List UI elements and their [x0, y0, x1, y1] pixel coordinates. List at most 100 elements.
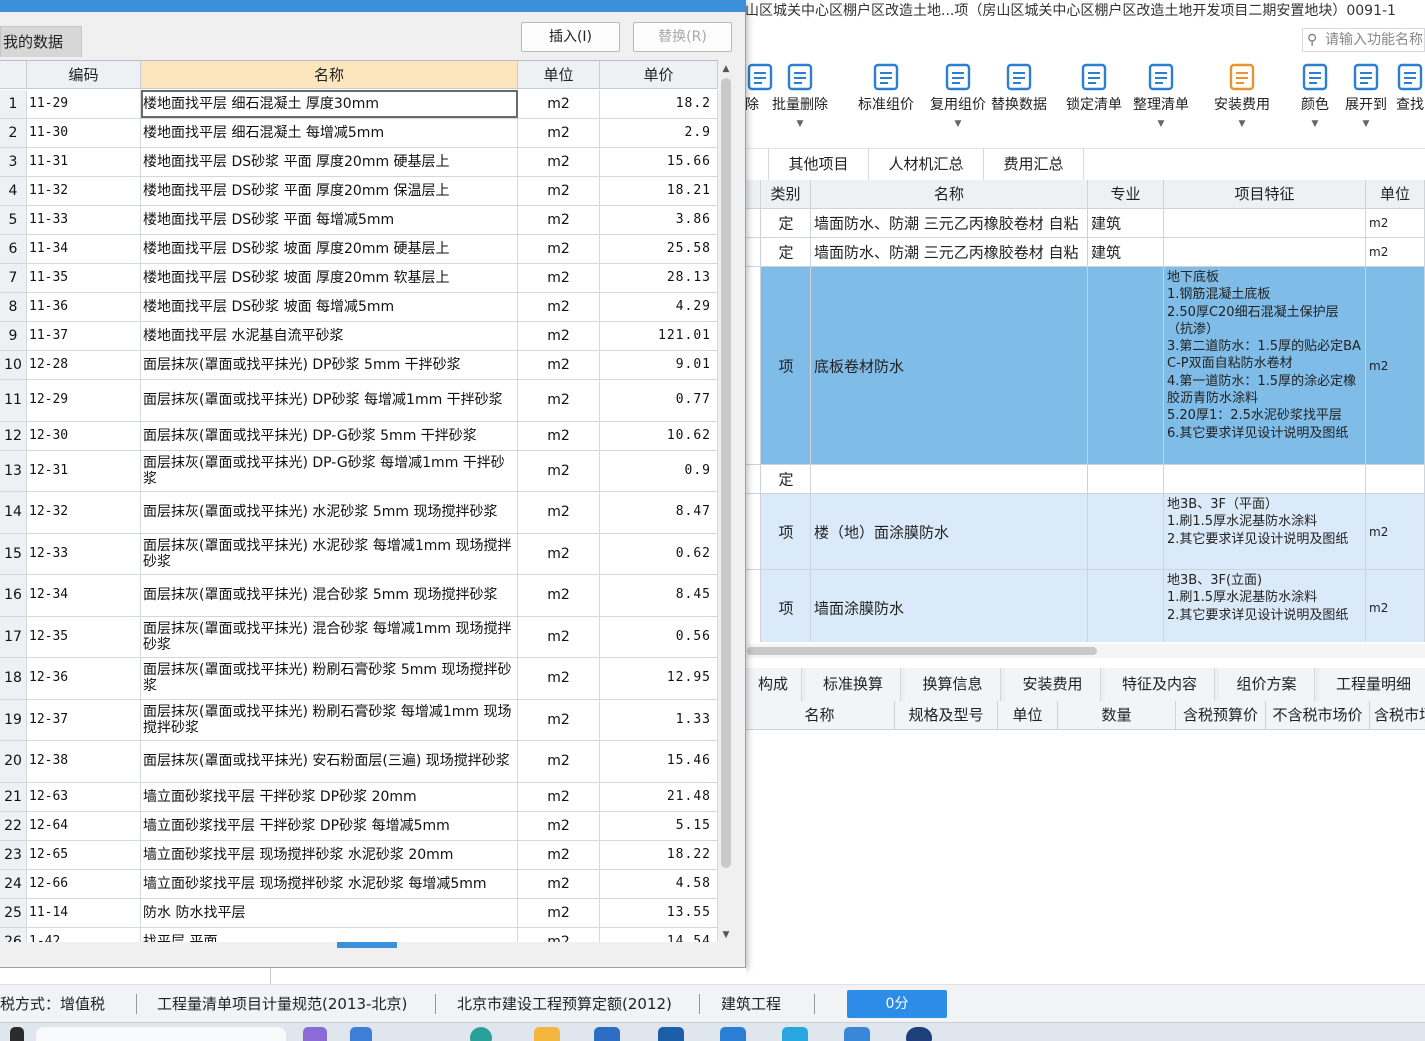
cell-major[interactable]: 建筑	[1088, 209, 1164, 237]
cell-unit[interactable]: m2	[518, 811, 600, 840]
app-icon[interactable]	[906, 1027, 932, 1041]
cell-price[interactable]: 13.55	[600, 898, 718, 927]
cell-unit[interactable]: m2	[518, 421, 600, 450]
quota-row[interactable]: 6 11-34 楼地面找平层 DS砂浆 坡面 厚度20mm 硬基层上 m2 25.58	[0, 235, 718, 264]
cell-price[interactable]: 0.62	[600, 533, 718, 574]
tab-my-data[interactable]: 我的数据	[0, 26, 82, 57]
cell-unit[interactable]: m2	[518, 782, 600, 811]
cell-name[interactable]: 楼地面找平层 细石混凝土 厚度30mm	[141, 90, 518, 118]
cell-feature[interactable]: 地3B、3F(立面) 1.刷1.5厚水泥基防水涂料 2.其它要求详见设计说明及图…	[1164, 570, 1366, 642]
quota-row[interactable]: 24 12-66 墙立面砂浆找平层 现场搅拌砂浆 水泥砂浆 每增减5mm m2 4.58	[0, 869, 718, 899]
cell-code[interactable]: 12-36	[27, 658, 141, 699]
dialog-title-bar[interactable]	[0, 0, 746, 12]
quota-row[interactable]: 2 11-30 楼地面找平层 细石混凝土 每增减5mm m2 2.9	[0, 119, 718, 148]
cell-code[interactable]: 11-33	[27, 206, 141, 234]
quota-row[interactable]: 8 11-36 楼地面找平层 DS砂浆 坡面 每增减5mm m2 4.29	[0, 293, 718, 322]
cell-code[interactable]: 11-37	[27, 322, 141, 350]
cell-code[interactable]: 11-14	[27, 898, 141, 927]
cell-name[interactable]: 防水 防水找平层	[141, 898, 518, 927]
quota-row[interactable]: 9 11-37 楼地面找平层 水泥基自流平砂浆 m2 121.01	[0, 322, 718, 351]
cell-major[interactable]: 建筑	[1088, 238, 1164, 266]
cell-code[interactable]: 1-42	[27, 927, 141, 942]
bill-row[interactable]: 项 楼（地）面涂膜防水 地3B、3F（平面） 1.刷1.5厚水泥基防水涂料 2.其它…	[745, 494, 1425, 570]
col-header-unit[interactable]: 单位	[518, 61, 600, 89]
quota-row[interactable]: 19 12-37 面层抹灰(罩面或找平抹光) 粉刷石膏砂浆 每增减1mm 现场搅拌砂…	[0, 699, 718, 741]
cell-unit[interactable]: m2	[518, 148, 600, 176]
cell-name[interactable]: 楼地面找平层 DS砂浆 坡面 每增减5mm	[141, 293, 518, 321]
cell-code[interactable]: 11-30	[27, 119, 141, 147]
cell-price[interactable]: 18.22	[600, 840, 718, 869]
col-header-category[interactable]: 类别	[761, 180, 811, 209]
toolbar-button-organize-list[interactable]: 整理清单 ▼	[1130, 58, 1192, 138]
cell-category[interactable]: 项	[761, 570, 811, 642]
tab-labor-material-summary[interactable]: 人材机汇总	[869, 149, 984, 180]
cell-unit[interactable]: m2	[1366, 209, 1425, 237]
cell-code[interactable]: 11-36	[27, 293, 141, 321]
cell-unit[interactable]	[1366, 465, 1425, 493]
cell-price[interactable]: 18.21	[600, 177, 718, 205]
cell-price[interactable]: 9.01	[600, 351, 718, 379]
cell-name[interactable]: 墙立面砂浆找平层 干拌砂浆 DP砂浆 20mm	[141, 782, 518, 811]
scroll-down-icon[interactable]: ▼	[718, 928, 734, 942]
bill-row[interactable]: 定	[745, 465, 1425, 494]
cell-unit[interactable]: m2	[518, 293, 600, 321]
col-header-detail-unit[interactable]: 单位	[998, 701, 1058, 730]
dropdown-arrow-icon[interactable]: ▼	[1297, 118, 1333, 130]
cell-price[interactable]: 4.29	[600, 293, 718, 321]
quota-row[interactable]: 15 12-33 面层抹灰(罩面或找平抹光) 水泥砂浆 每增减1mm 现场搅拌砂浆 m…	[0, 533, 718, 575]
col-header-market-price-tax[interactable]: 含税市场	[1370, 701, 1425, 730]
cell-price[interactable]: 18.2	[600, 90, 718, 118]
cell-name[interactable]: 面层抹灰(罩面或找平抹光) 粉刷石膏砂浆 5mm 现场搅拌砂浆	[141, 658, 518, 699]
toolbar-button-batch-delete[interactable]: 批量删除 ▼	[767, 58, 833, 138]
cell-code[interactable]: 12-29	[27, 380, 141, 421]
cell-unit[interactable]: m2	[1366, 570, 1425, 642]
cell-major[interactable]	[1088, 465, 1164, 493]
cell-code[interactable]: 11-34	[27, 235, 141, 263]
tab-cost-summary[interactable]: 费用汇总	[984, 149, 1084, 180]
tab-other-items[interactable]: 其他项目	[769, 149, 869, 180]
toolbar-button-expand-to[interactable]: 展开到 ▼	[1344, 58, 1388, 138]
cell-price[interactable]: 3.86	[600, 206, 718, 234]
flower-app-icon[interactable]	[303, 1027, 327, 1041]
dropdown-arrow-icon[interactable]: ▼	[767, 118, 833, 130]
score-button[interactable]: 0分	[847, 990, 947, 1018]
quota-row[interactable]: 14 12-32 面层抹灰(罩面或找平抹光) 水泥砂浆 5mm 现场搅拌砂浆 m2 8.…	[0, 492, 718, 534]
cell-unit[interactable]: m2	[1366, 267, 1425, 464]
app-icon[interactable]	[720, 1027, 746, 1041]
quota-row[interactable]: 22 12-64 墙立面砂浆找平层 干拌砂浆 DP砂浆 每增减5mm m2 5.15	[0, 811, 718, 841]
cell-unit[interactable]: m2	[518, 699, 600, 740]
cell-name[interactable]: 墙立面砂浆找平层 现场搅拌砂浆 水泥砂浆 20mm	[141, 840, 518, 869]
browser-icon[interactable]	[470, 1027, 492, 1041]
cell-price[interactable]: 0.9	[600, 450, 718, 491]
vertical-scrollbar[interactable]: ▲ ▼	[718, 60, 734, 942]
cell-price[interactable]: 1.33	[600, 699, 718, 740]
tab-standard-conversion[interactable]: 标准换算	[806, 668, 901, 701]
tab-quantity-detail[interactable]: 工程量明细	[1319, 668, 1425, 701]
horizontal-scrollbar[interactable]	[745, 644, 1425, 658]
cell-code[interactable]: 12-66	[27, 869, 141, 898]
cell-price[interactable]: 12.95	[600, 658, 718, 699]
cell-unit[interactable]: m2	[518, 264, 600, 292]
col-header-feature[interactable]: 项目特征	[1164, 180, 1366, 209]
bill-row[interactable]: 定 墙面防水、防潮 三元乙丙橡胶卷材 自粘 建筑 m2	[745, 209, 1425, 238]
horizontal-scrollbar[interactable]	[0, 942, 734, 954]
cell-category[interactable]: 项	[761, 267, 811, 464]
cell-price[interactable]: 0.56	[600, 616, 718, 657]
quota-row[interactable]: 20 12-38 面层抹灰(罩面或找平抹光) 安石粉面层(三遍) 现场搅拌砂浆 m2 1…	[0, 741, 718, 783]
quota-row[interactable]: 23 12-65 墙立面砂浆找平层 现场搅拌砂浆 水泥砂浆 20mm m2 18.22	[0, 840, 718, 870]
app-icon[interactable]	[844, 1027, 870, 1041]
quota-row[interactable]: 5 11-33 楼地面找平层 DS砂浆 平面 每增减5mm m2 3.86	[0, 206, 718, 235]
store-icon[interactable]	[594, 1027, 620, 1041]
cell-unit[interactable]: m2	[518, 840, 600, 869]
quota-row[interactable]: 11 12-29 面层抹灰(罩面或找平抹光) DP砂浆 每增减1mm 干拌砂浆 m2 0…	[0, 380, 718, 422]
cell-name[interactable]: 面层抹灰(罩面或找平抹光) DP砂浆 5mm 干拌砂浆	[141, 351, 518, 379]
cell-unit[interactable]: m2	[518, 533, 600, 574]
cell-unit[interactable]: m2	[518, 351, 600, 379]
cell-unit[interactable]: m2	[518, 898, 600, 927]
quota-row[interactable]: 4 11-32 楼地面找平层 DS砂浆 平面 厚度20mm 保温层上 m2 18.21	[0, 177, 718, 206]
tab-conversion-info[interactable]: 换算信息	[905, 668, 1001, 701]
col-header-unit[interactable]: 单位	[1366, 180, 1425, 209]
tab-feature-content[interactable]: 特征及内容	[1105, 668, 1215, 701]
cell-name[interactable]: 底板卷材防水	[811, 267, 1088, 464]
cell-name[interactable]: 面层抹灰(罩面或找平抹光) 混合砂浆 每增减1mm 现场搅拌砂浆	[141, 616, 518, 657]
